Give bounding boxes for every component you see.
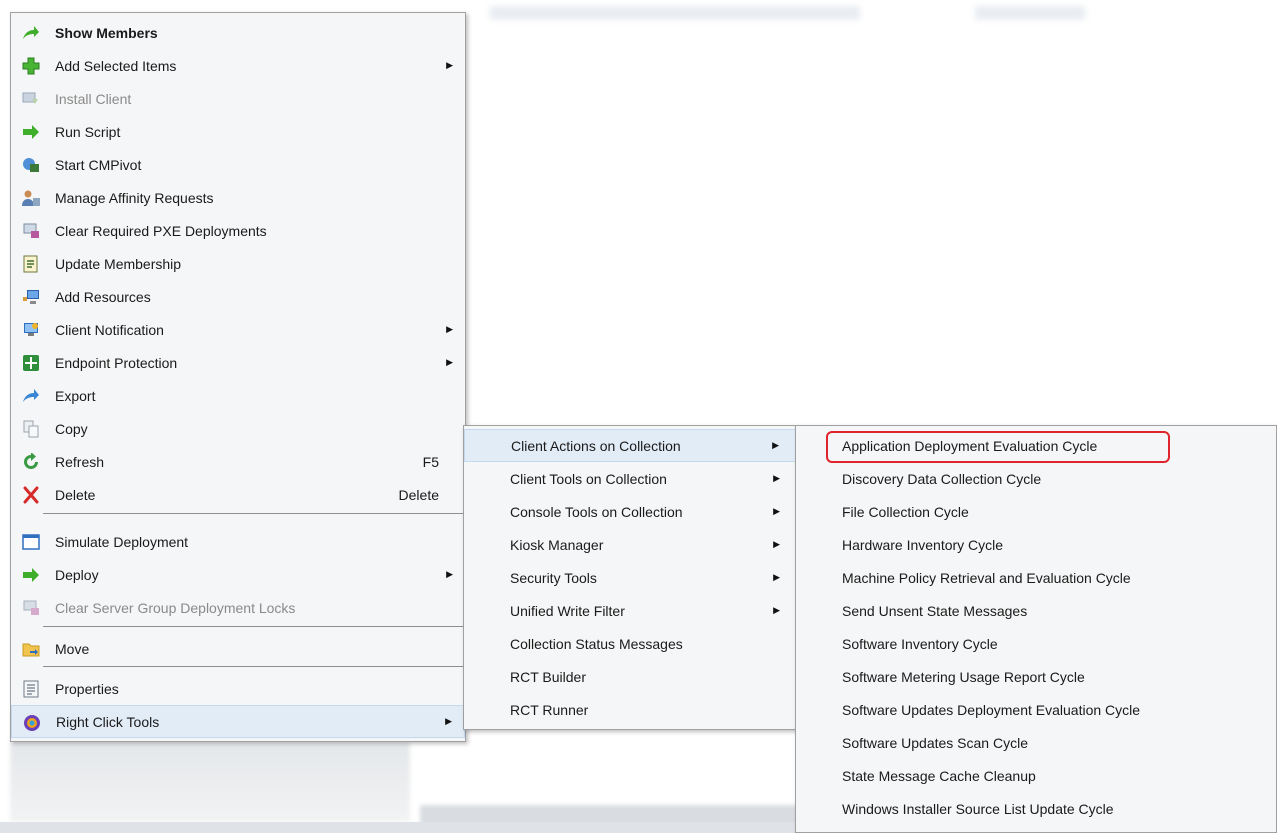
submenu-arrow-icon: ▶ [446,60,453,70]
shortcut-text: F5 [422,453,439,470]
menu-item-export[interactable]: Export [11,379,465,412]
menu-item-simulate-deployment[interactable]: Simulate Deployment [11,525,465,558]
add-resources-icon [22,288,40,306]
action-software-metering-usage-report-cycle[interactable]: Software Metering Usage Report Cycle [796,660,1276,693]
deploy-icon [22,566,40,584]
action-software-updates-deployment-evaluation-cycle[interactable]: Software Updates Deployment Evaluation C… [796,693,1276,726]
highlight-callout-box [826,431,1170,463]
copy-icon [22,420,40,438]
menu-separator [43,513,463,514]
client-actions-submenu: Application Deployment Evaluation Cycle … [795,425,1277,833]
users-icon [22,189,40,207]
right-click-tools-icon [23,714,41,732]
menu-item-start-cmpivot[interactable]: Start CMPivot [11,148,465,181]
action-hardware-inventory-cycle[interactable]: Hardware Inventory Cycle [796,528,1276,561]
action-windows-installer-source-list-update-cycle[interactable]: Windows Installer Source List Update Cyc… [796,792,1276,825]
menu-separator [43,626,463,627]
submenu-item-client-tools-on-collection[interactable]: Client Tools on Collection ▶ [464,462,796,495]
menu-item-install-client[interactable]: Install Client [11,82,465,115]
menu-item-endpoint-protection[interactable]: Endpoint Protection ▶ [11,346,465,379]
refresh-icon [22,453,40,471]
menu-item-clear-server-group-deployment-locks[interactable]: Clear Server Group Deployment Locks [11,591,465,624]
menu-item-client-notification[interactable]: Client Notification ▶ [11,313,465,346]
submenu-arrow-icon: ▶ [773,572,780,582]
background-blur [490,6,860,20]
submenu-item-collection-status-messages[interactable]: Collection Status Messages [464,627,796,660]
submenu-arrow-icon: ▶ [446,357,453,367]
install-client-icon [22,90,40,108]
submenu-arrow-icon: ▶ [773,473,780,483]
delete-icon [22,486,40,504]
locks-icon [22,599,40,617]
menu-item-manage-affinity-requests[interactable]: Manage Affinity Requests [11,181,465,214]
action-state-message-cache-cleanup[interactable]: State Message Cache Cleanup [796,759,1276,792]
menu-item-show-members[interactable]: Show Members [11,16,465,49]
submenu-item-rct-builder[interactable]: RCT Builder [464,660,796,693]
menu-item-add-resources[interactable]: Add Resources [11,280,465,313]
shortcut-text: Delete [398,486,439,503]
submenu-arrow-icon: ▶ [446,324,453,334]
submenu-item-kiosk-manager[interactable]: Kiosk Manager ▶ [464,528,796,561]
menu-item-update-membership[interactable]: Update Membership [11,247,465,280]
properties-icon [22,680,40,698]
blue-arrow-icon [22,387,40,405]
folder-move-icon [22,640,40,658]
menu-item-right-click-tools[interactable]: Right Click Tools ▶ [11,705,465,738]
menu-item-properties[interactable]: Properties [11,672,465,705]
action-discovery-data-collection-cycle[interactable]: Discovery Data Collection Cycle [796,462,1276,495]
menu-item-deploy[interactable]: Deploy ▶ [11,558,465,591]
submenu-arrow-icon: ▶ [773,539,780,549]
submenu-arrow-icon: ▶ [772,440,779,450]
menu-item-refresh[interactable]: Refresh F5 [11,445,465,478]
menu-item-move[interactable]: Move [11,632,465,665]
green-arrow-icon [22,24,40,42]
update-membership-icon [22,255,40,273]
pxe-icon [22,222,40,240]
action-software-inventory-cycle[interactable]: Software Inventory Cycle [796,627,1276,660]
endpoint-protection-icon [22,354,40,372]
menu-item-delete[interactable]: Delete Delete [11,478,465,511]
cmpivot-icon [22,156,40,174]
submenu-arrow-icon: ▶ [773,605,780,615]
action-software-updates-scan-cycle[interactable]: Software Updates Scan Cycle [796,726,1276,759]
background-tree-blur [10,742,410,822]
green-arrow-right-icon [22,123,40,141]
menu-item-clear-required-pxe-deployments[interactable]: Clear Required PXE Deployments [11,214,465,247]
submenu-item-unified-write-filter[interactable]: Unified Write Filter ▶ [464,594,796,627]
submenu-item-console-tools-on-collection[interactable]: Console Tools on Collection ▶ [464,495,796,528]
green-plus-icon [22,57,40,75]
submenu-item-rct-runner[interactable]: RCT Runner [464,693,796,726]
menu-item-run-script[interactable]: Run Script [11,115,465,148]
menu-item-copy[interactable]: Copy [11,412,465,445]
submenu-arrow-icon: ▶ [773,506,780,516]
submenu-item-security-tools[interactable]: Security Tools ▶ [464,561,796,594]
submenu-item-client-actions-on-collection[interactable]: Client Actions on Collection ▶ [464,429,796,462]
action-file-collection-cycle[interactable]: File Collection Cycle [796,495,1276,528]
menu-separator [43,666,463,667]
right-click-tools-submenu: Client Actions on Collection ▶ Client To… [463,425,797,730]
submenu-arrow-icon: ▶ [446,569,453,579]
action-send-unsent-state-messages[interactable]: Send Unsent State Messages [796,594,1276,627]
context-menu: Show Members Add Selected Items ▶ Instal… [10,12,466,742]
background-blur [975,6,1085,20]
menu-item-add-selected-items[interactable]: Add Selected Items ▶ [11,49,465,82]
submenu-arrow-icon: ▶ [445,716,452,726]
action-machine-policy-retrieval-and-evaluation-cycle[interactable]: Machine Policy Retrieval and Evaluation … [796,561,1276,594]
client-notification-icon [22,321,40,339]
simulate-deployment-icon [22,533,40,551]
